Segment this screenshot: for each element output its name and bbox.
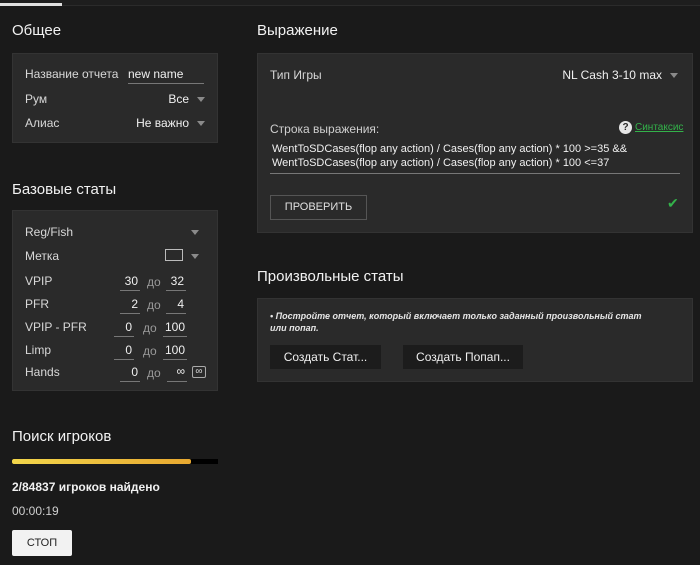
vpip-pfr-to-underline — [163, 336, 187, 337]
report-name-label: Название отчета — [25, 67, 119, 81]
vpip-pfr-range-sep: до — [143, 321, 157, 335]
vpip-to-underline — [166, 290, 186, 291]
limp-to-input[interactable]: 100 — [163, 343, 185, 357]
hands-from-underline — [120, 381, 140, 382]
general-panel: Название отчета new name Рум Все Алиас Н… — [12, 53, 218, 143]
game-type-label: Тип Игры — [270, 68, 322, 82]
expression-textarea[interactable]: WentToSDCases(flop any action) / Cases(f… — [270, 143, 680, 174]
chevron-down-icon — [670, 73, 678, 78]
create-stat-button[interactable]: Создать Стат... — [270, 345, 381, 369]
report-name-input[interactable]: new name — [128, 67, 204, 84]
chevron-down-icon — [197, 121, 205, 126]
alias-dropdown[interactable]: Не важно — [123, 112, 209, 132]
vpip-pfr-from-input[interactable]: 0 — [114, 320, 132, 334]
expression-string-label: Строка выражения: — [270, 122, 380, 136]
alias-label: Алиас — [25, 116, 60, 130]
vpip-pfr-to-input[interactable]: 100 — [163, 320, 185, 334]
vpip-label: VPIP — [25, 274, 53, 288]
custom-stats-note-line-2: или попап. — [270, 323, 319, 333]
vpip-pfr-from-underline — [114, 336, 134, 337]
players-found-text: 2/84837 игроков найдено — [12, 480, 160, 494]
player-search-title: Поиск игроков — [12, 428, 112, 445]
base-stats-panel: Reg/Fish Метка VPIP 30 до 32 PFR 2 до 4 … — [12, 210, 218, 391]
pfr-from-input[interactable]: 2 — [120, 297, 138, 311]
help-icon[interactable]: ? — [619, 121, 632, 134]
custom-stats-panel: • Постройте отчет, который включает толь… — [257, 298, 693, 382]
vpip-from-underline — [120, 290, 140, 291]
limp-from-input[interactable]: 0 — [114, 343, 132, 357]
room-value: Все — [168, 92, 189, 106]
create-popup-button[interactable]: Создать Попап... — [403, 345, 523, 369]
valid-check-icon: ✔ — [667, 195, 679, 211]
mark-color-swatch[interactable] — [165, 249, 183, 261]
top-tab-bar — [0, 0, 700, 6]
hands-label: Hands — [25, 365, 60, 379]
expression-line-2: WentToSDCases(flop any action) / Cases(f… — [272, 157, 610, 169]
game-type-dropdown[interactable]: NL Cash 3-10 max — [548, 64, 678, 84]
hands-to-input[interactable]: ∞ — [167, 364, 185, 378]
regfish-label: Reg/Fish — [25, 225, 74, 239]
room-label: Рум — [25, 92, 48, 106]
stop-button[interactable]: СТОП — [12, 530, 72, 556]
vpip-range-sep: до — [147, 275, 161, 289]
check-button[interactable]: ПРОВЕРИТЬ — [270, 195, 367, 220]
expression-line-1: WentToSDCases(flop any action) / Cases(f… — [272, 143, 628, 155]
pfr-from-underline — [120, 313, 140, 314]
general-section-title: Общее — [12, 22, 62, 39]
hands-from-input[interactable]: 0 — [120, 365, 138, 379]
base-stats-section-title: Базовые статы — [12, 181, 117, 198]
hands-to-underline — [167, 381, 187, 382]
pfr-range-sep: до — [147, 298, 161, 312]
vpip-from-input[interactable]: 30 — [120, 274, 138, 288]
limp-from-underline — [114, 359, 134, 360]
infinity-toggle-icon[interactable]: ∞ — [192, 366, 206, 378]
chevron-down-icon — [197, 97, 205, 102]
vpip-to-input[interactable]: 32 — [166, 274, 184, 288]
game-type-value: NL Cash 3-10 max — [562, 68, 662, 82]
hands-range-sep: до — [147, 366, 161, 380]
limp-range-sep: до — [143, 344, 157, 358]
search-progress-bar — [12, 459, 218, 464]
active-tab-indicator — [0, 3, 62, 6]
limp-to-underline — [163, 359, 187, 360]
room-dropdown[interactable]: Все — [143, 88, 209, 108]
elapsed-time: 00:00:19 — [12, 504, 59, 518]
search-progress-fill — [12, 459, 192, 464]
limp-label: Limp — [25, 343, 52, 357]
vpip-pfr-label: VPIP - PFR — [25, 320, 87, 334]
mark-chevron-down-icon[interactable] — [191, 254, 199, 259]
expression-panel: Тип Игры NL Cash 3-10 max Строка выражен… — [257, 53, 693, 233]
custom-stats-note-line-1: • Постройте отчет, который включает толь… — [270, 311, 642, 321]
syntax-link[interactable]: Синтаксис — [635, 122, 683, 133]
alias-value: Не важно — [136, 116, 189, 130]
pfr-label: PFR — [25, 297, 49, 311]
custom-stats-section-title: Произвольные статы — [257, 268, 404, 285]
pfr-to-underline — [166, 313, 186, 314]
pfr-to-input[interactable]: 4 — [166, 297, 184, 311]
regfish-dropdown-chevron-down-icon[interactable] — [191, 230, 199, 235]
mark-label: Метка — [25, 249, 60, 263]
expression-section-title: Выражение — [257, 22, 338, 39]
